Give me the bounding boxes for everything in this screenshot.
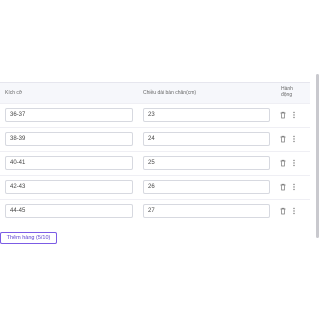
table-row: 42-43 26 — [0, 175, 310, 199]
table-row: 44-45 27 — [0, 199, 310, 223]
scrollbar-thumb[interactable] — [316, 74, 319, 238]
trash-icon[interactable] — [279, 159, 287, 167]
drag-handle-icon[interactable] — [290, 159, 298, 167]
drag-handle-icon[interactable] — [290, 135, 298, 143]
header-actions: Hành động — [281, 86, 301, 98]
table-row: 36-37 23 — [0, 103, 310, 127]
foot-length-input[interactable]: 26 — [143, 180, 270, 194]
foot-length-input[interactable]: 27 — [143, 204, 270, 218]
trash-icon[interactable] — [279, 135, 287, 143]
size-input[interactable]: 44-45 — [5, 204, 133, 218]
size-input[interactable]: 36-37 — [5, 108, 133, 122]
foot-length-input[interactable]: 25 — [143, 156, 270, 170]
size-input[interactable]: 38-39 — [5, 132, 133, 146]
table-row: 38-39 24 — [0, 127, 310, 151]
drag-handle-icon[interactable] — [290, 183, 298, 191]
foot-length-input[interactable]: 23 — [143, 108, 270, 122]
drag-handle-icon[interactable] — [290, 207, 298, 215]
drag-handle-icon[interactable] — [290, 111, 298, 119]
add-row-button[interactable]: Thêm hàng (5/10) — [0, 232, 57, 244]
size-chart-table: Kích cỡ Chiều dài bàn chân(cm) Hành động… — [0, 82, 310, 224]
foot-length-input[interactable]: 24 — [143, 132, 270, 146]
header-size: Kích cỡ — [5, 90, 23, 96]
trash-icon[interactable] — [279, 207, 287, 215]
table-header: Kích cỡ Chiều dài bàn chân(cm) Hành động — [0, 83, 310, 103]
trash-icon[interactable] — [279, 183, 287, 191]
header-foot-length: Chiều dài bàn chân(cm) — [143, 90, 197, 96]
header-actions-line2: động — [281, 92, 293, 98]
size-input[interactable]: 42-43 — [5, 180, 133, 194]
trash-icon[interactable] — [279, 111, 287, 119]
size-input[interactable]: 40-41 — [5, 156, 133, 170]
table-row: 40-41 25 — [0, 151, 310, 175]
